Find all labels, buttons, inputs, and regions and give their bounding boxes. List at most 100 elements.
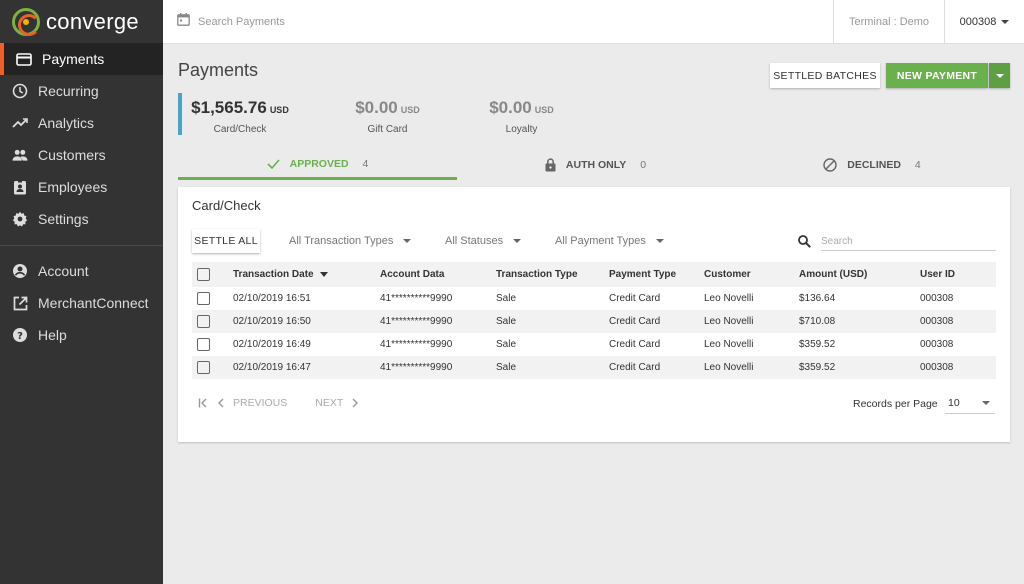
row-checkbox[interactable] <box>197 292 210 305</box>
cell-account-data: 41**********9990 <box>380 333 496 356</box>
cell-user-id: 000308 <box>920 287 996 310</box>
search-payments-placeholder[interactable]: Search Payments <box>198 16 285 28</box>
chevron-right-icon <box>352 398 359 408</box>
terminal-indicator: Terminal : Demo <box>833 0 944 44</box>
sidebar-item-employees[interactable]: Employees <box>0 171 163 203</box>
new-payment-dropdown-button[interactable] <box>989 63 1010 88</box>
people-icon <box>12 147 28 163</box>
cell-transaction-date: 02/10/2019 16:47 <box>233 356 380 379</box>
search-input[interactable] <box>821 233 996 251</box>
tab-auth-only[interactable]: AUTH ONLY 0 <box>457 150 734 180</box>
filter-statuses[interactable]: All Statuses <box>445 235 522 247</box>
tab-approved[interactable]: APPROVED 4 <box>178 150 457 180</box>
column-header-customer[interactable]: Customer <box>704 262 799 287</box>
cell-payment-type: Credit Card <box>609 310 704 333</box>
chevron-down-icon <box>513 239 522 243</box>
records-per-page-select[interactable]: 10 <box>945 392 995 414</box>
user-menu[interactable]: 000308 <box>944 0 1024 44</box>
row-checkbox[interactable] <box>197 361 210 374</box>
chevron-down-icon <box>655 239 664 243</box>
table-row[interactable]: 02/10/2019 16:51 41**********9990 Sale C… <box>192 287 996 310</box>
user-id: 000308 <box>959 16 997 28</box>
tab-label: AUTH ONLY <box>565 159 627 171</box>
new-payment-button[interactable]: NEW PAYMENT <box>886 63 988 88</box>
first-page-icon[interactable] <box>198 398 209 408</box>
cell-payment-type: Credit Card <box>609 356 704 379</box>
table-row[interactable]: 02/10/2019 16:47 41**********9990 Sale C… <box>192 356 996 379</box>
cell-amount: $136.64 <box>799 287 920 310</box>
sidebar-item-label: Analytics <box>38 115 95 131</box>
badge-icon <box>12 179 28 195</box>
tab-label: DECLINED <box>847 159 901 171</box>
tab-count: 4 <box>362 157 369 170</box>
cell-amount: $359.52 <box>799 356 920 379</box>
converge-logo-icon <box>12 7 40 36</box>
block-icon <box>823 158 837 172</box>
summary-label: Card/Check <box>213 124 267 135</box>
sidebar-item-settings[interactable]: Settings <box>0 203 163 235</box>
summary-amount: $1,565.76 <box>191 98 267 117</box>
chevron-down-icon <box>995 73 1004 78</box>
sidebar-item-label: MerchantConnect <box>38 295 149 311</box>
row-select-cell <box>192 287 233 310</box>
trending-up-icon <box>12 115 28 131</box>
cell-transaction-date: 02/10/2019 16:51 <box>233 287 380 310</box>
row-checkbox[interactable] <box>197 338 210 351</box>
sidebar-item-label: Settings <box>38 211 89 227</box>
settled-batches-button[interactable]: SETTLED BATCHES <box>770 63 880 88</box>
sidebar-item-help[interactable]: ? Help <box>0 319 163 351</box>
sidebar-item-payments[interactable]: Payments <box>0 43 163 75</box>
cell-payment-type: Credit Card <box>609 333 704 356</box>
search-icon <box>798 235 811 253</box>
next-page-button[interactable]: NEXT <box>315 397 359 409</box>
clock-icon <box>12 83 28 99</box>
column-header-payment-type[interactable]: Payment Type <box>609 262 704 287</box>
summary-label: Gift Card <box>367 124 408 135</box>
tab-declined[interactable]: DECLINED 4 <box>734 150 1010 180</box>
chevron-left-icon <box>218 398 224 408</box>
row-checkbox[interactable] <box>197 315 210 328</box>
column-header-user-id[interactable]: User ID <box>920 262 996 287</box>
cell-account-data: 41**********9990 <box>380 310 496 333</box>
top-search[interactable]: Search Payments <box>177 0 285 44</box>
sidebar-item-recurring[interactable]: Recurring <box>0 75 163 107</box>
summary-currency: USD <box>269 105 289 115</box>
filter-transaction-types[interactable]: All Transaction Types <box>289 235 412 247</box>
settle-all-button[interactable]: SETTLE ALL <box>192 229 260 253</box>
column-header-transaction-date[interactable]: Transaction Date <box>233 262 380 287</box>
top-bar: Search Payments Terminal : Demo 000308 <box>163 0 1024 44</box>
sidebar-item-account[interactable]: Account <box>0 255 163 287</box>
logo[interactable]: converge <box>0 0 163 43</box>
chevron-down-icon <box>982 401 990 405</box>
sidebar-item-merchantconnect[interactable]: MerchantConnect <box>0 287 163 319</box>
pagination: PREVIOUS NEXT <box>198 397 359 409</box>
column-label: Transaction Date <box>233 269 314 280</box>
help-icon: ? <box>12 327 28 343</box>
table-row[interactable]: 02/10/2019 16:50 41**********9990 Sale C… <box>192 310 996 333</box>
filter-label: All Transaction Types <box>289 235 394 247</box>
summary-gift-card: $0.00 USD Gift Card <box>345 98 430 135</box>
lock-icon <box>545 158 556 172</box>
previous-label: PREVIOUS <box>233 397 288 409</box>
sidebar-item-customers[interactable]: Customers <box>0 139 163 171</box>
summary-label: Loyalty <box>505 124 538 135</box>
column-header-account-data[interactable]: Account Data <box>380 262 496 287</box>
cell-customer: Leo Novelli <box>704 287 799 310</box>
row-select-cell <box>192 356 233 379</box>
cell-payment-type: Credit Card <box>609 287 704 310</box>
table-row[interactable]: 02/10/2019 16:49 41**********9990 Sale C… <box>192 333 996 356</box>
page-title: Payments <box>178 60 259 80</box>
column-header-amount[interactable]: Amount (USD) <box>799 262 920 287</box>
summary-currency: USD <box>534 105 554 115</box>
select-all-checkbox[interactable] <box>197 268 210 281</box>
sidebar-divider <box>0 245 163 246</box>
filter-payment-types[interactable]: All Payment Types <box>555 235 664 247</box>
summary-card-check: $1,565.76 USD Card/Check <box>190 98 290 135</box>
cell-customer: Leo Novelli <box>704 333 799 356</box>
column-header-transaction-type[interactable]: Transaction Type <box>496 262 609 287</box>
cell-user-id: 000308 <box>920 310 996 333</box>
svg-text:?: ? <box>17 331 23 342</box>
summary-accent-bar <box>178 93 182 135</box>
sidebar-item-analytics[interactable]: Analytics <box>0 107 163 139</box>
previous-page-button[interactable]: PREVIOUS <box>217 397 287 409</box>
